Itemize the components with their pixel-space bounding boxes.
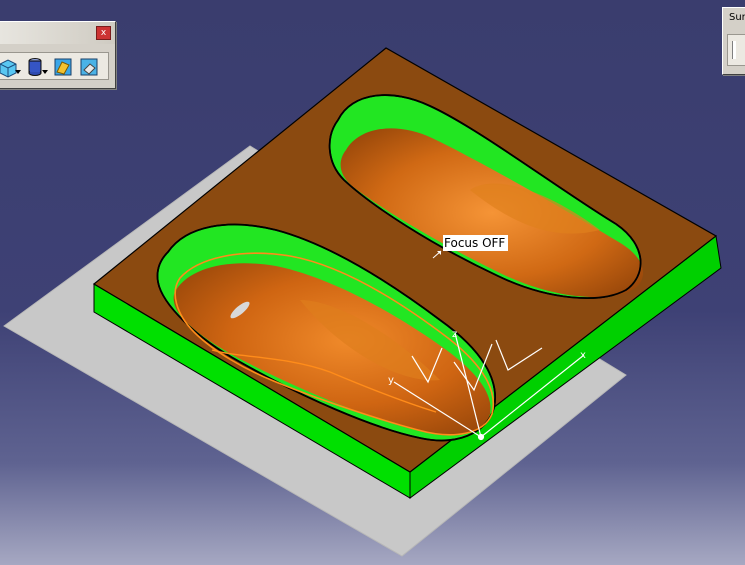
toolbar-title: Sur	[729, 12, 745, 23]
focus-tooltip: Focus OFF	[443, 235, 509, 251]
view-toolbar[interactable]: x	[0, 21, 116, 89]
axis-x-label: x	[580, 350, 586, 361]
close-icon[interactable]: x	[96, 26, 111, 40]
view-box-icon[interactable]	[0, 56, 18, 78]
axis-z-label: z	[452, 329, 457, 340]
axis-y-label: y	[388, 375, 394, 386]
toolbar-grip[interactable]	[732, 41, 736, 59]
toolbar-body	[727, 34, 745, 66]
surfaces-toolbar[interactable]: Sur	[722, 7, 745, 75]
eraser-icon[interactable]	[78, 56, 100, 78]
cylinder-icon[interactable]	[24, 56, 46, 78]
3d-viewport[interactable]: z y x x Sur Focus OFF	[0, 0, 745, 565]
cylinder-dropdown-icon[interactable]	[42, 70, 48, 74]
toolbar-icons	[0, 52, 109, 80]
apply-material-icon[interactable]	[52, 56, 74, 78]
view-box-dropdown-icon[interactable]	[15, 70, 21, 74]
